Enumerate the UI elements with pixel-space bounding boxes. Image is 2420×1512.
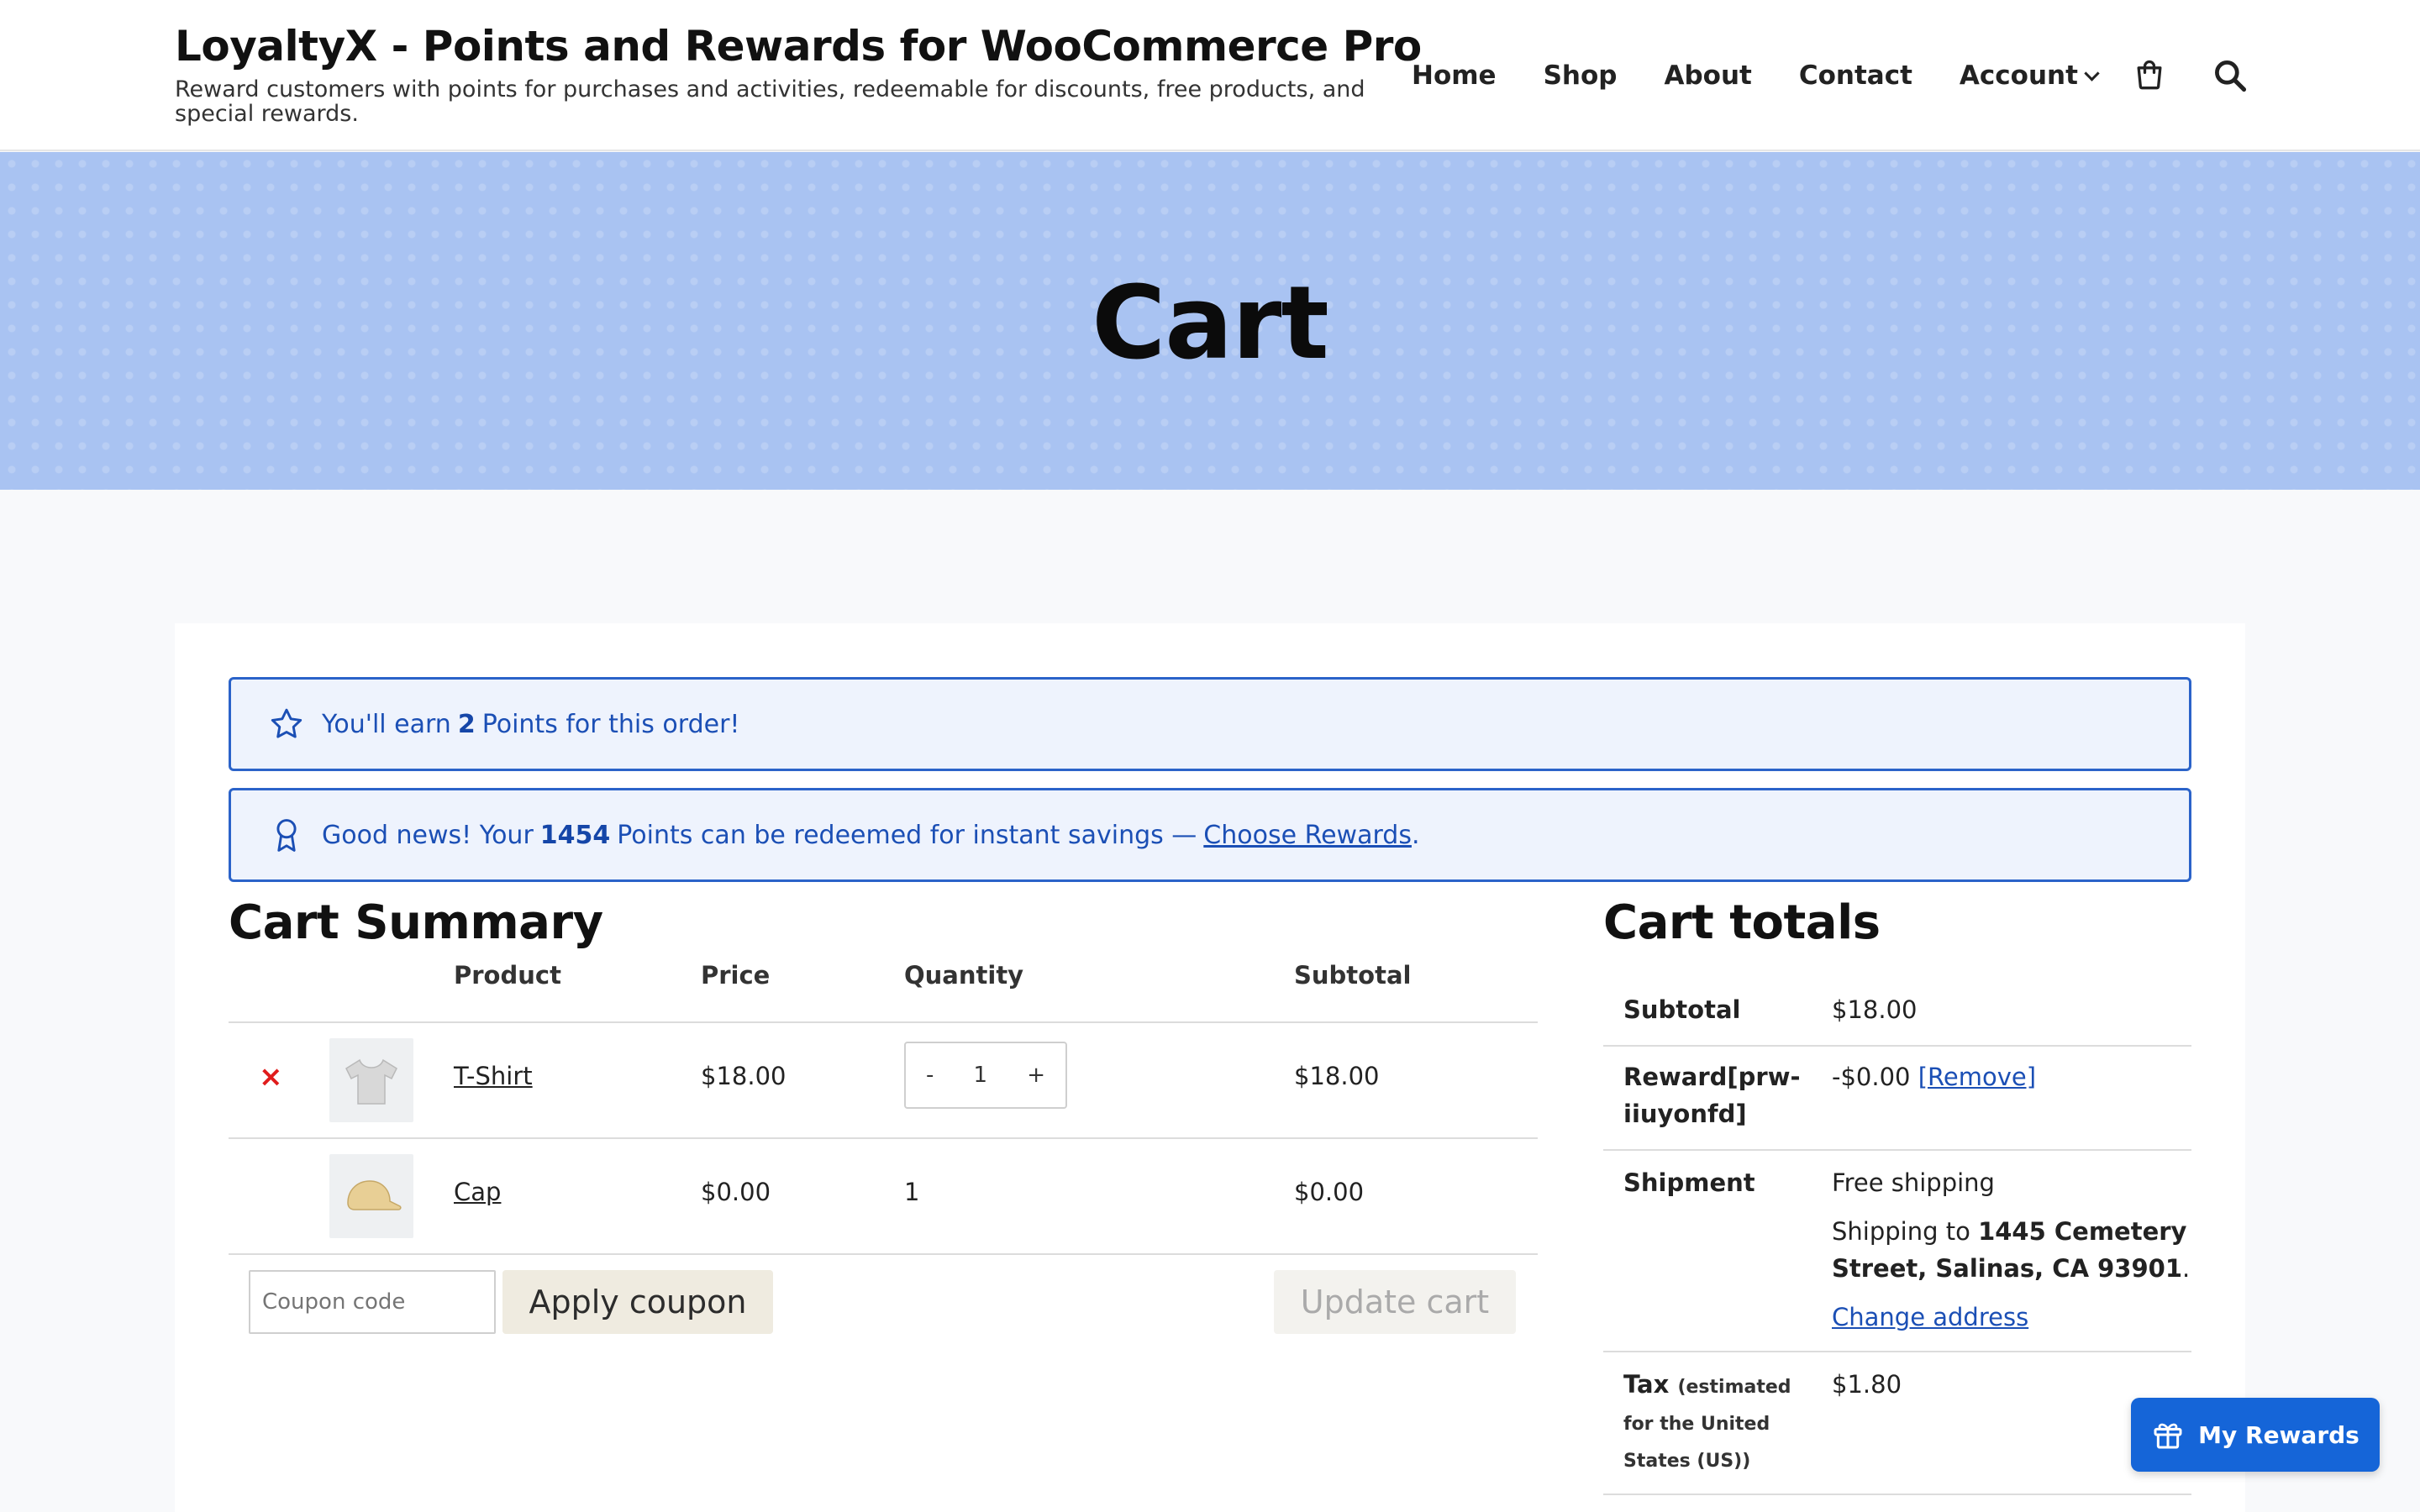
main-nav: Home Shop About Contact Account — [1412, 50, 2144, 101]
redeem-end: . — [1411, 820, 1420, 850]
shipping-end: . — [2182, 1254, 2191, 1283]
price-tshirt: $18.00 — [701, 1062, 786, 1090]
shipment-details: Free shipping Shipping to 1445 Cemetery … — [1832, 1164, 2191, 1336]
shipment-label: Shipment — [1623, 1168, 1755, 1197]
tax-label-text: Tax — [1623, 1370, 1670, 1399]
cart-summary-title: Cart Summary — [229, 895, 603, 950]
remove-item-button[interactable]: × — [259, 1060, 283, 1094]
shipping-method: Free shipping — [1832, 1168, 1995, 1197]
reward-label: Reward[prw- iiuyonfd] — [1623, 1058, 1801, 1132]
table-divider — [229, 1253, 1538, 1255]
totals-divider — [1603, 1149, 2191, 1151]
star-icon — [271, 708, 302, 738]
nav-account[interactable]: Account — [1959, 60, 2100, 91]
tshirt-image — [345, 1058, 397, 1105]
redeem-middle: Points can be redeemed for instant savin… — [617, 820, 1197, 850]
shipping-address-line1: 1445 Cemetery — [1978, 1217, 2187, 1246]
my-rewards-label: My Rewards — [2198, 1420, 2360, 1449]
earn-points-notice: You'll earn 2 Points for this order! — [229, 677, 2191, 771]
update-cart-button[interactable]: Update cart — [1274, 1270, 1516, 1334]
product-link-tshirt[interactable]: T-Shirt — [454, 1062, 533, 1090]
tshirt-thumbnail[interactable] — [329, 1038, 413, 1122]
totals-divider — [1603, 1494, 2191, 1495]
remove-reward-link[interactable]: [Remove] — [1918, 1063, 2036, 1091]
nav-home[interactable]: Home — [1412, 60, 1497, 91]
chevron-down-icon — [2084, 65, 2100, 81]
reward-value: -$0.00 [Remove] — [1832, 1058, 2036, 1095]
totals-divider — [1603, 1351, 2191, 1352]
search-icon[interactable] — [2212, 57, 2249, 94]
cap-image — [347, 1180, 402, 1210]
page-hero: Cart — [0, 152, 2420, 490]
tax-value: $1.80 — [1832, 1370, 1902, 1399]
earn-prefix: You'll earn — [322, 709, 451, 739]
coupon-code-input[interactable] — [249, 1270, 496, 1334]
redeem-points-notice: Good news! Your 1454 Points can be redee… — [229, 788, 2191, 882]
nav-contact[interactable]: Contact — [1799, 60, 1912, 91]
tax-note-line2: for the United — [1623, 1414, 1770, 1435]
redeem-points: 1454 — [539, 820, 611, 850]
cart-icon[interactable] — [2131, 57, 2168, 94]
reward-label-line2: iiuyonfd] — [1623, 1100, 1747, 1128]
subtotal-value: $18.00 — [1832, 995, 1918, 1024]
my-rewards-button[interactable]: My Rewards — [2131, 1398, 2380, 1472]
nav-shop[interactable]: Shop — [1544, 60, 1618, 91]
col-subtotal: Subtotal — [1294, 961, 1412, 990]
col-quantity: Quantity — [904, 961, 1024, 990]
nav-account-label: Account — [1959, 60, 2078, 91]
earn-points: 2 — [457, 709, 476, 739]
shipping-address-line2: Street, Salinas, CA 93901 — [1832, 1254, 2183, 1283]
cap-thumbnail[interactable] — [329, 1154, 413, 1238]
site-title[interactable]: LoyaltyX - Points and Rewards for WooCom… — [175, 20, 1422, 72]
cart-totals-title: Cart totals — [1603, 895, 1881, 950]
apply-coupon-button[interactable]: Apply coupon — [502, 1270, 773, 1334]
reward-amount: -$0.00 — [1832, 1063, 1911, 1091]
qty-cap: 1 — [904, 1178, 920, 1206]
subtotal-label: Subtotal — [1623, 995, 1741, 1024]
site-tagline: Reward customers with points for purchas… — [175, 76, 1365, 127]
gift-icon — [2154, 1423, 2182, 1449]
tax-label: Tax (estimated for the United States (US… — [1623, 1366, 1791, 1480]
brand: LoyaltyX - Points and Rewards for WooCom… — [175, 20, 1422, 127]
totals-divider — [1603, 1045, 2191, 1047]
subtotal-cap: $0.00 — [1294, 1178, 1365, 1206]
table-divider — [229, 1137, 1538, 1139]
qty-value[interactable]: 1 — [974, 1063, 988, 1088]
qty-plus-button[interactable]: + — [1027, 1063, 1045, 1088]
quantity-stepper[interactable]: - 1 + — [904, 1042, 1067, 1109]
award-ribbon-icon — [276, 819, 297, 852]
col-product: Product — [454, 961, 561, 990]
redeem-prefix: Good news! Your — [322, 820, 534, 850]
shipping-to-prefix: Shipping to — [1832, 1217, 1970, 1246]
price-cap: $0.00 — [701, 1178, 771, 1206]
product-link-cap[interactable]: Cap — [454, 1178, 501, 1206]
tax-note-line3: States (US)) — [1623, 1451, 1751, 1472]
tax-note-line1: (estimated — [1677, 1377, 1791, 1398]
qty-minus-button[interactable]: - — [926, 1063, 934, 1088]
page-title: Cart — [1092, 265, 1329, 382]
choose-rewards-link[interactable]: Choose Rewards — [1203, 821, 1412, 850]
earn-suffix: Points for this order! — [481, 709, 740, 739]
reward-label-line1: Reward[prw- — [1623, 1063, 1801, 1091]
subtotal-tshirt: $18.00 — [1294, 1062, 1380, 1090]
shipping-destination: Shipping to 1445 Cemetery Street, Salina… — [1832, 1213, 2191, 1287]
table-divider — [229, 1021, 1538, 1023]
nav-about[interactable]: About — [1664, 60, 1751, 91]
change-address-link[interactable]: Change address — [1832, 1299, 2191, 1336]
col-price: Price — [701, 961, 771, 990]
site-header: LoyaltyX - Points and Rewards for WooCom… — [0, 0, 2420, 151]
